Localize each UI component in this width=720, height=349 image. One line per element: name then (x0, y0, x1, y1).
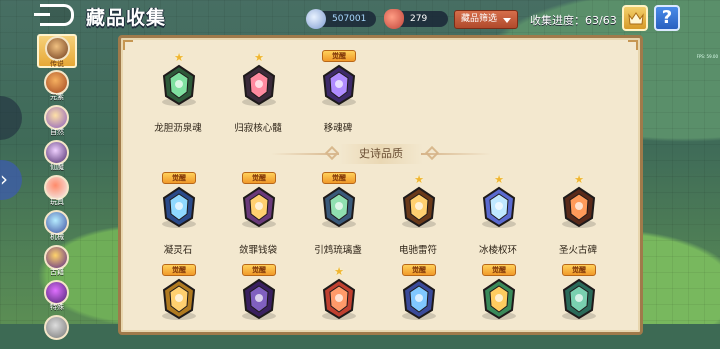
awaken-badge: 觉醒 (482, 264, 516, 276)
star-icon: ★ (574, 173, 584, 186)
sidebar-item[interactable]: 机械 (34, 209, 80, 243)
relic-icon (316, 276, 362, 322)
collection-item[interactable]: ★ (302, 266, 374, 332)
relic-icon (156, 62, 202, 108)
awaken-badge: 觉醒 (242, 264, 276, 276)
collection-item[interactable]: ★ 冰棱权环 (462, 174, 534, 258)
item-name: 冰棱权环 (478, 245, 517, 256)
more-icon (44, 315, 69, 340)
relic-icon (236, 184, 282, 230)
currency-shard-value: 279 (410, 14, 428, 24)
collection-item[interactable]: 觉醒 (142, 264, 214, 332)
relic-icon (316, 62, 362, 108)
sidebar-item[interactable]: 特殊 (34, 279, 80, 313)
sidebar-item-label: 元素 (50, 93, 64, 101)
collection-item[interactable]: ★ 电驰雷符 (382, 174, 454, 258)
sidebar-item[interactable]: 元素 (34, 69, 80, 103)
sidebar-item-label: 自然 (50, 128, 64, 136)
section-title: 史诗品质 (339, 144, 423, 164)
item-name: 龙胆沥泉魂 (154, 123, 202, 134)
collection-item[interactable]: 觉醒 敛罪钱袋 (222, 172, 294, 258)
item-name: 凝灵石 (163, 245, 193, 256)
item-name: 圣火古碑 (558, 245, 597, 256)
awaken-badge: 觉醒 (162, 172, 196, 184)
collection-item[interactable]: 觉醒 (382, 264, 454, 332)
relic-icon (156, 276, 202, 322)
awaken-badge: 觉醒 (242, 172, 276, 184)
collection-item[interactable]: 觉醒 移魂碑 (302, 50, 374, 136)
sidebar-item-label: 传说 (50, 60, 64, 68)
item-name: 电驰雷符 (398, 245, 437, 256)
top-bar: 藏品收集 507001 279 藏品筛选 收集进度：63/63 ? (0, 0, 720, 34)
crystal-icon (306, 9, 326, 29)
collection-item[interactable]: ★ 龙胆沥泉魂 (142, 52, 214, 136)
collection-item[interactable]: 觉醒 (222, 264, 294, 332)
awaken-badge: 觉醒 (322, 172, 356, 184)
sidebar-item-label: 机械 (50, 233, 64, 241)
divider-line (421, 153, 491, 155)
star-icon: ★ (494, 173, 504, 186)
trophy-icon (628, 12, 644, 25)
diamond-ornament (324, 145, 340, 161)
star-icon: ★ (254, 51, 264, 64)
trophy-button[interactable] (622, 5, 648, 31)
help-button[interactable]: ? (654, 5, 680, 31)
relic-icon (556, 184, 602, 230)
star-icon: ★ (414, 173, 424, 186)
relic-icon (396, 184, 442, 230)
collection-item[interactable]: 觉醒 凝灵石 (142, 172, 214, 258)
page-title: 藏品收集 (86, 7, 167, 29)
corner-ornament (628, 40, 638, 50)
sidebar-item-label: 仙魔 (50, 163, 64, 171)
collection-item[interactable]: 觉醒 引鸩琉璃盏 (302, 172, 374, 258)
fps-counter: FPS: 59.00 (696, 54, 718, 59)
sidebar-item-label: 特殊 (50, 303, 64, 311)
collection-item[interactable]: ★ 圣火古碑 (542, 174, 614, 258)
relic-icon (236, 276, 282, 322)
item-name: 移魂碑 (323, 123, 353, 134)
category-sidebar: 传说元素自然仙魔玩具机械古籍特殊 (34, 34, 80, 349)
awaken-badge: 觉醒 (162, 264, 196, 276)
awaken-badge: 觉醒 (322, 50, 356, 62)
sidebar-item[interactable]: 自然 (34, 104, 80, 138)
sidebar-item[interactable]: 玩具 (34, 174, 80, 208)
item-name: 归寂核心髓 (234, 123, 282, 134)
sidebar-item[interactable]: 仙魔 (34, 139, 80, 173)
collection-item[interactable]: 觉醒 (462, 264, 534, 332)
collection-panel: 史诗品质 ★ 龙胆沥泉魂 ★ 归寂核心髓 觉醒 移魂碑 觉醒 凝灵石 觉醒 敛罪钱袋 觉醒 引鸩琉璃盏… (118, 35, 643, 335)
chevron-down-icon (503, 18, 511, 23)
item-name: 敛罪钱袋 (238, 245, 277, 256)
section-header-epic: 史诗品质 (271, 142, 491, 166)
filter-label: 藏品筛选 (461, 14, 498, 24)
sidebar-item[interactable]: 古籍 (34, 244, 80, 278)
collection-progress: 收集进度：63/63 (530, 14, 617, 27)
relic-icon (156, 184, 202, 230)
collection-item[interactable]: 觉醒 (542, 264, 614, 332)
back-button[interactable] (34, 4, 74, 26)
currency-crystal-value: 507001 (332, 14, 367, 24)
sidebar-item[interactable]: 传说 (37, 34, 77, 68)
relic-icon (476, 184, 522, 230)
sidebar-item-label: 古籍 (50, 268, 64, 276)
currency-shard: 279 (384, 9, 448, 29)
awaken-badge: 觉醒 (402, 264, 436, 276)
item-name: 引鸩琉璃盏 (314, 245, 362, 256)
sidebar-item[interactable] (34, 314, 80, 348)
filter-dropdown[interactable]: 藏品筛选 (454, 10, 518, 29)
star-icon: ★ (334, 265, 344, 278)
relic-icon (396, 276, 442, 322)
relic-icon (556, 276, 602, 322)
sidebar-item-label: 玩具 (50, 198, 64, 206)
awaken-badge: 觉醒 (562, 264, 596, 276)
relic-icon (476, 276, 522, 322)
relic-icon (236, 62, 282, 108)
legend-icon (45, 36, 70, 61)
shard-icon (384, 9, 404, 29)
collection-item[interactable]: ★ 归寂核心髓 (222, 52, 294, 136)
relic-icon (316, 184, 362, 230)
currency-crystal: 507001 (306, 9, 376, 29)
corner-ornament (123, 40, 133, 50)
star-icon: ★ (174, 51, 184, 64)
